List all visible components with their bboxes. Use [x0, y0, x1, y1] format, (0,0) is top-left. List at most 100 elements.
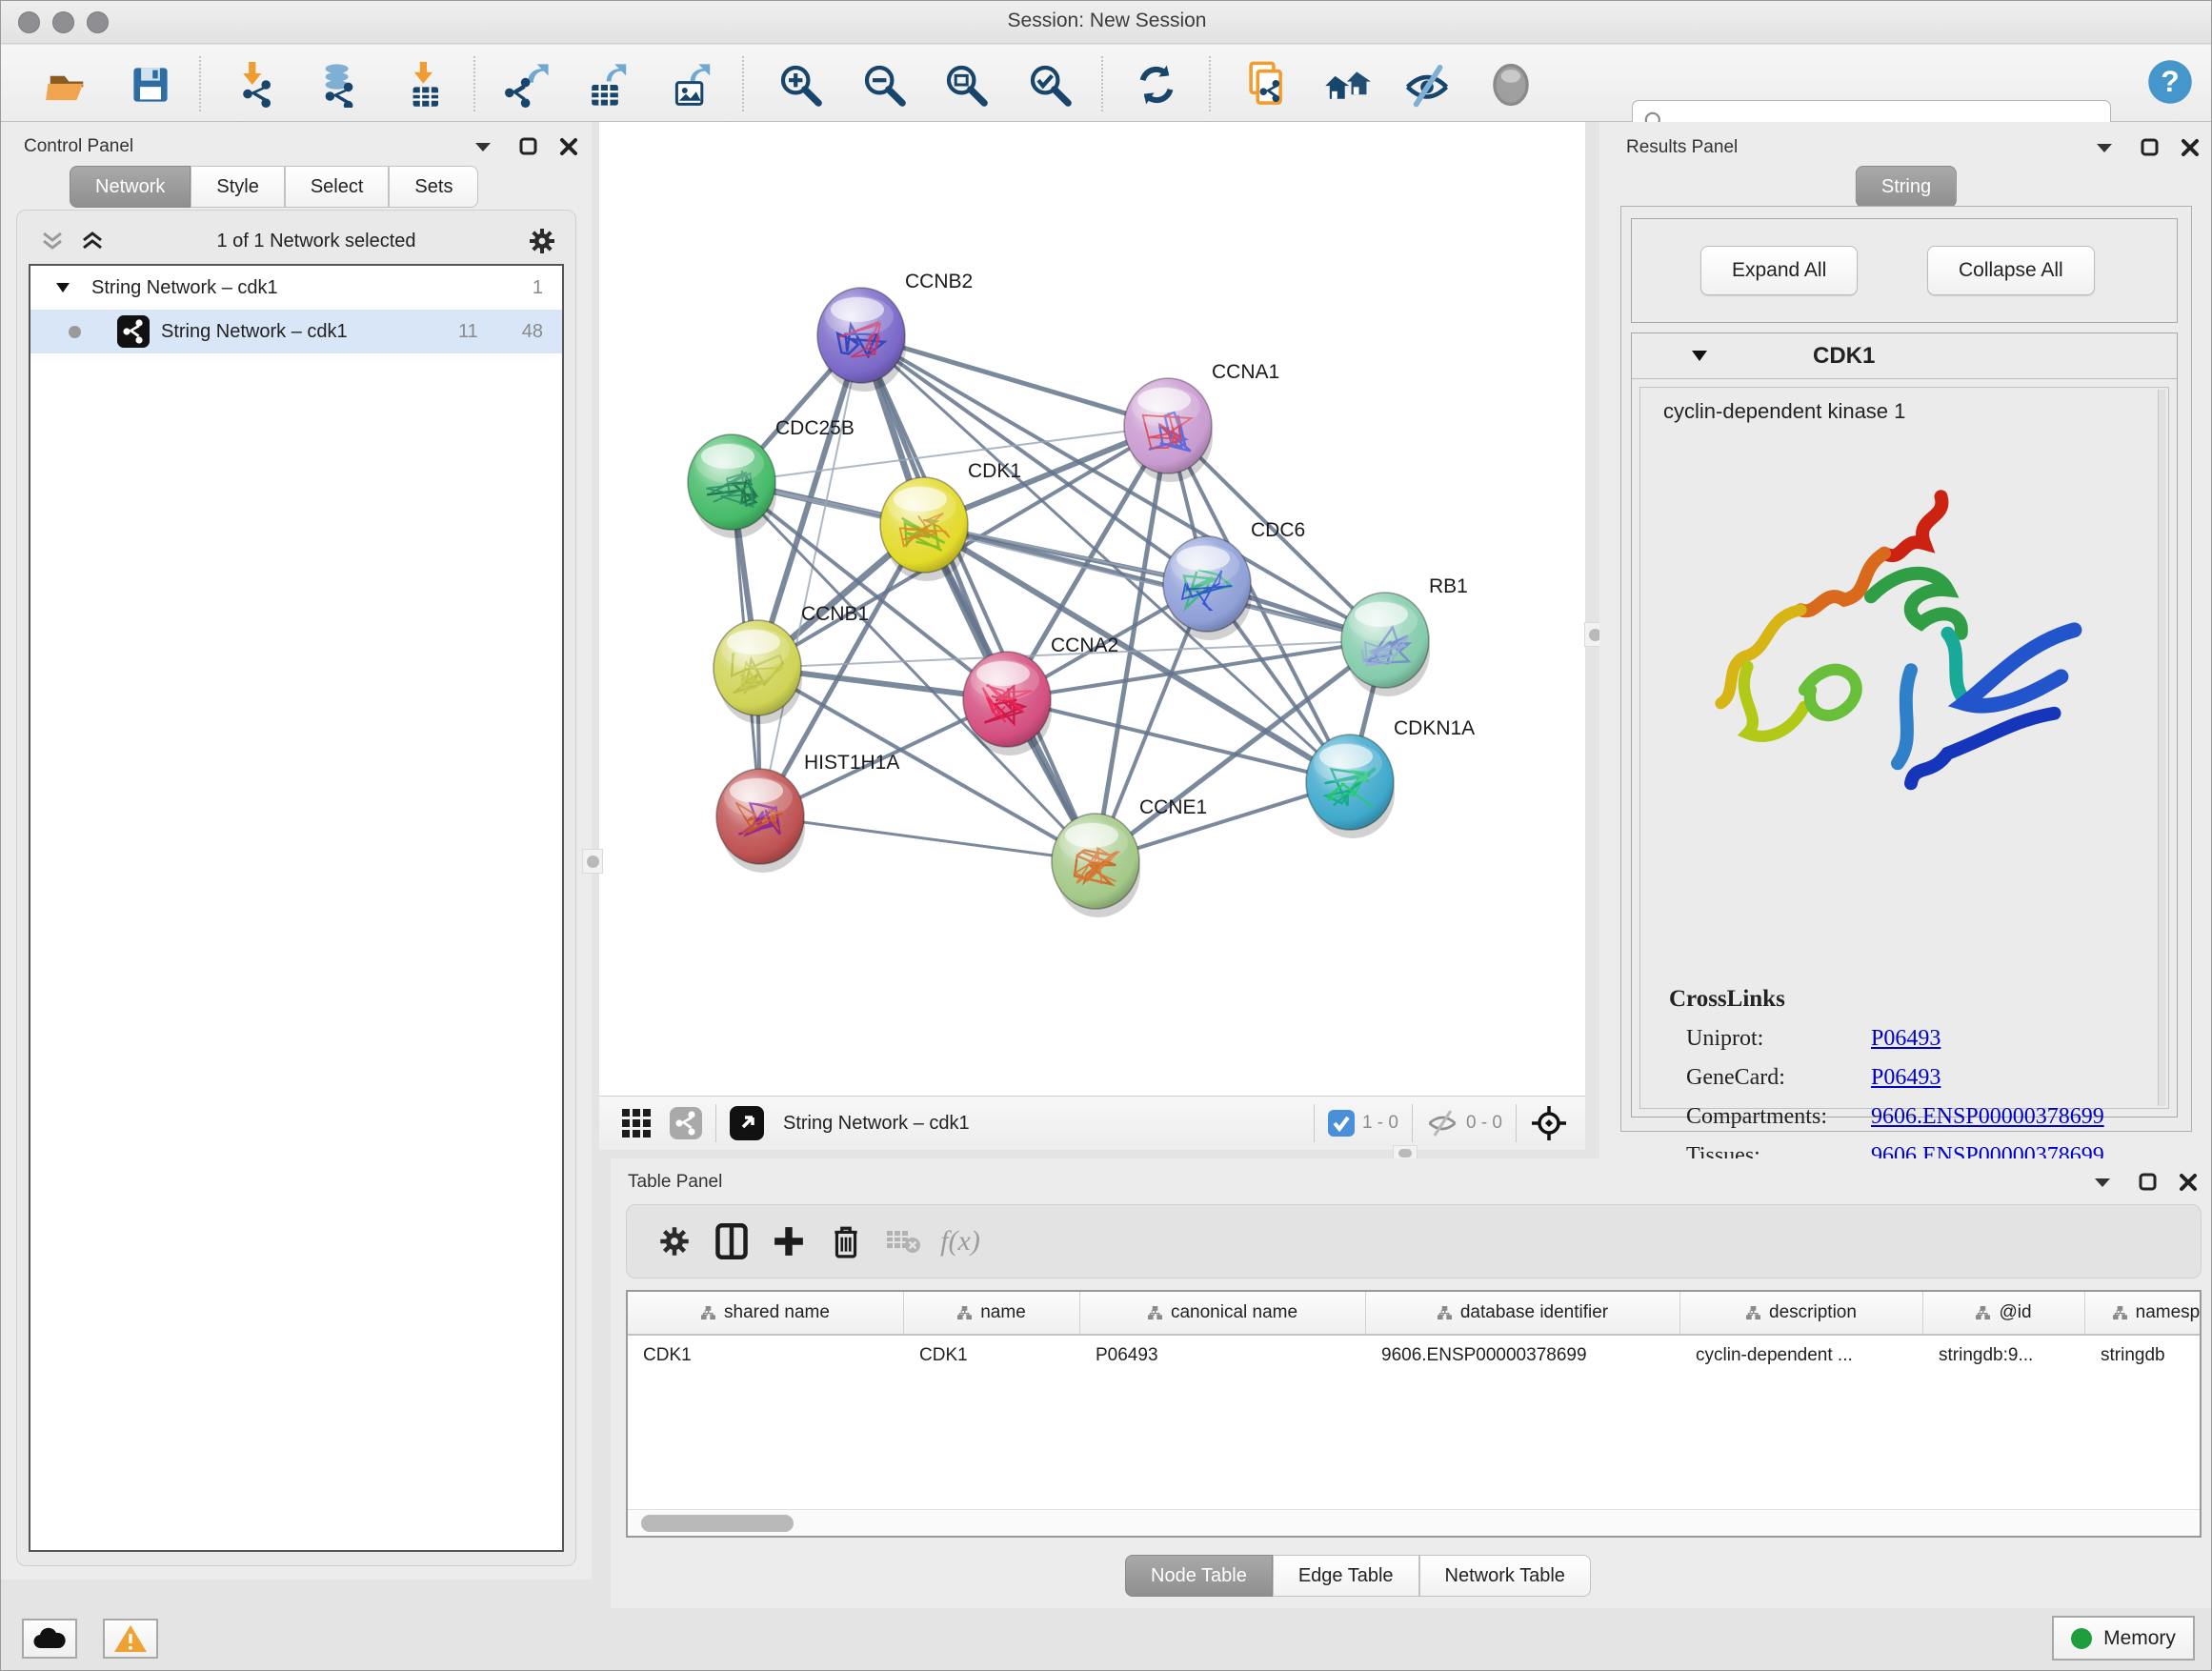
- tab-node-table[interactable]: Node Table: [1125, 1555, 1273, 1597]
- entry-name: CDK1: [1813, 343, 1875, 370]
- control-panel-title: Control Panel: [24, 136, 133, 157]
- zoom-fit-icon[interactable]: [942, 61, 990, 109]
- network-view-icon[interactable]: [670, 1107, 702, 1139]
- export-network-icon[interactable]: [504, 61, 552, 109]
- network-canvas[interactable]: CCNB2CCNA1CDC25BCDK1CDC6RB1CCNB1CCNA2CDK…: [599, 122, 1585, 1096]
- network-node-HIST1H1A[interactable]: HIST1H1A: [716, 752, 899, 873]
- network-row[interactable]: String Network – cdk1 11 48: [30, 310, 562, 353]
- export-table-icon[interactable]: [584, 61, 632, 109]
- tab-network-table[interactable]: Network Table: [1419, 1555, 1591, 1597]
- table-cell[interactable]: CDK1: [904, 1345, 1080, 1366]
- node-label-CDK1: CDK1: [968, 460, 1021, 482]
- show-all-icon[interactable]: [1487, 61, 1535, 109]
- tab-select[interactable]: Select: [285, 166, 390, 208]
- crosslink-link[interactable]: P06493: [1871, 1026, 1941, 1052]
- network-node-CCNB2[interactable]: CCNB2: [817, 271, 973, 392]
- tab-edge-table[interactable]: Edge Table: [1273, 1555, 1419, 1597]
- table-cell[interactable]: stringdb: [2085, 1345, 2202, 1366]
- horizontal-scrollbar[interactable]: [628, 1509, 2200, 1536]
- crosslink-row: GeneCard:P06493: [1669, 1065, 2104, 1091]
- network-collection-row[interactable]: String Network – cdk1 1: [30, 266, 562, 310]
- tab-style[interactable]: Style: [191, 166, 284, 208]
- import-network-icon[interactable]: [235, 61, 283, 109]
- selected-checkbox-icon[interactable]: [1328, 1110, 1355, 1137]
- grid-view-icon[interactable]: [620, 1107, 653, 1139]
- first-neighbors-icon[interactable]: [1244, 61, 1292, 109]
- add-column-icon[interactable]: [760, 1215, 817, 1268]
- column-type-icon: [2113, 1306, 2127, 1320]
- network-graph[interactable]: CCNB2CCNA1CDC25BCDK1CDC6RB1CCNB1CCNA2CDK…: [599, 122, 1585, 1096]
- crosslink-link[interactable]: P06493: [1871, 1065, 1941, 1091]
- column-header-canonical-name[interactable]: canonical name: [1080, 1292, 1366, 1334]
- cloud-icon: [31, 1625, 68, 1652]
- import-database-icon[interactable]: [315, 61, 363, 109]
- column-header--id[interactable]: @id: [1923, 1292, 2085, 1334]
- delete-table-icon[interactable]: [875, 1215, 932, 1268]
- cloud-button[interactable]: [22, 1619, 77, 1659]
- collapse-all-button[interactable]: Collapse All: [1927, 246, 2095, 295]
- float-panel-icon[interactable]: [473, 140, 494, 153]
- maximize-panel-icon[interactable]: [519, 137, 538, 156]
- save-session-icon[interactable]: [127, 61, 174, 109]
- left-splitter-handle[interactable]: [582, 849, 603, 874]
- memory-button[interactable]: Memory: [2052, 1616, 2195, 1661]
- float-panel-icon[interactable]: [2095, 141, 2116, 154]
- column-header-description[interactable]: description: [1680, 1292, 1923, 1334]
- results-scrollbar[interactable]: [2158, 390, 2165, 1106]
- column-type-icon: [1438, 1306, 1452, 1320]
- close-panel-icon[interactable]: [559, 137, 578, 156]
- table-cell[interactable]: stringdb:9...: [1923, 1345, 2085, 1366]
- column-header-namespac[interactable]: namespac: [2085, 1292, 2202, 1334]
- crosslink-link[interactable]: 9606.ENSP00000378699: [1871, 1104, 2104, 1130]
- network-node-CCNA1[interactable]: CCNA1: [1124, 361, 1279, 482]
- warning-button[interactable]: [103, 1619, 158, 1659]
- float-panel-icon[interactable]: [2093, 1176, 2114, 1189]
- import-table-icon[interactable]: [403, 61, 451, 109]
- export-image-icon[interactable]: [668, 61, 715, 109]
- home-icon[interactable]: [1323, 61, 1371, 109]
- expand-all-icon[interactable]: [80, 230, 105, 252]
- close-panel-icon[interactable]: [2179, 1173, 2198, 1192]
- column-type-icon: [957, 1306, 972, 1320]
- help-icon[interactable]: ?: [2146, 58, 2194, 106]
- entry-expander-icon[interactable]: [1691, 350, 1708, 362]
- network-node-RB1[interactable]: RB1: [1341, 575, 1468, 696]
- table-cell[interactable]: cyclin-dependent ...: [1680, 1345, 1923, 1366]
- open-file-icon[interactable]: [43, 61, 90, 109]
- table-cell[interactable]: CDK1: [628, 1345, 904, 1366]
- select-columns-icon[interactable]: [703, 1215, 760, 1268]
- scrollbar-thumb[interactable]: [641, 1515, 794, 1532]
- zoom-in-icon[interactable]: [776, 61, 824, 109]
- tab-sets[interactable]: Sets: [389, 166, 478, 208]
- main-toolbar: ?: [1, 45, 2212, 122]
- close-panel-icon[interactable]: [2181, 138, 2200, 157]
- node-table[interactable]: shared namenamecanonical namedatabase id…: [626, 1290, 2202, 1538]
- expand-all-button[interactable]: Expand All: [1700, 246, 1858, 295]
- tab-string[interactable]: String: [1856, 166, 1957, 208]
- expander-icon[interactable]: [55, 282, 70, 293]
- maximize-panel-icon[interactable]: [2141, 138, 2160, 157]
- zoom-selected-icon[interactable]: [1026, 61, 1074, 109]
- column-header-database-identifier[interactable]: database identifier: [1366, 1292, 1680, 1334]
- table-gear-icon[interactable]: [646, 1215, 703, 1268]
- column-header-name[interactable]: name: [904, 1292, 1080, 1334]
- table-cell[interactable]: 9606.ENSP00000378699: [1366, 1345, 1680, 1366]
- edge-count: 48: [522, 321, 543, 343]
- collapse-all-icon[interactable]: [40, 230, 65, 252]
- delete-column-icon[interactable]: [817, 1215, 875, 1268]
- crosslink-label: Uniprot:: [1669, 1026, 1871, 1052]
- zoom-out-icon[interactable]: [860, 61, 908, 109]
- hide-selected-icon[interactable]: [1403, 61, 1451, 109]
- maximize-panel-icon[interactable]: [2139, 1173, 2158, 1192]
- protein-structure-image: [1698, 454, 2098, 836]
- birds-eye-view-icon[interactable]: [730, 1106, 764, 1140]
- table-cell[interactable]: P06493: [1080, 1345, 1366, 1366]
- table-row[interactable]: CDK1CDK1P064939606.ENSP00000378699cyclin…: [628, 1336, 2200, 1376]
- refresh-icon[interactable]: [1133, 61, 1180, 109]
- network-node-CDKN1A[interactable]: CDKN1A: [1306, 717, 1475, 838]
- gear-icon[interactable]: [528, 227, 556, 255]
- network-node-CDK1[interactable]: CDK1: [880, 460, 1021, 581]
- tab-network[interactable]: Network: [70, 166, 191, 208]
- column-header-shared-name[interactable]: shared name: [628, 1292, 904, 1334]
- fit-content-icon[interactable]: [1530, 1104, 1568, 1142]
